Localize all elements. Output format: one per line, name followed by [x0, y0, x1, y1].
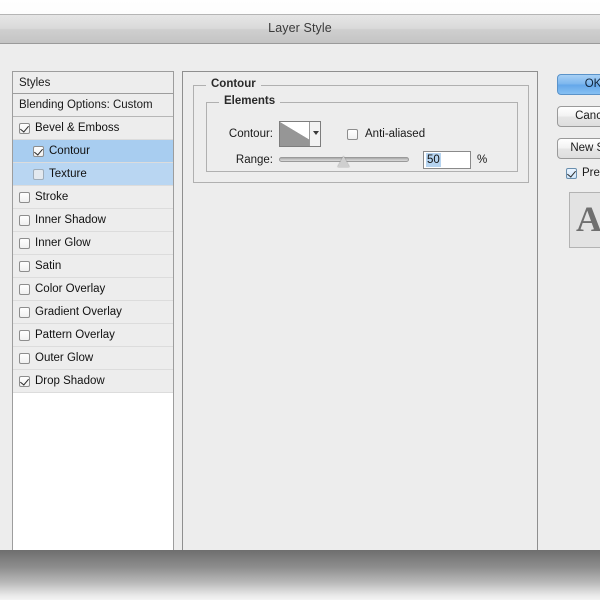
style-row-satin[interactable]: Satin: [13, 255, 173, 278]
style-label: Outer Glow: [35, 351, 94, 364]
range-slider-thumb[interactable]: [338, 156, 351, 167]
range-input-value: 50: [426, 153, 441, 167]
style-label: Contour: [49, 144, 90, 157]
style-label: Drop Shadow: [35, 374, 105, 387]
ok-button[interactable]: OK: [557, 74, 600, 95]
style-row-pattern-overlay[interactable]: Pattern Overlay: [13, 324, 173, 347]
range-field-row: Range: 50 %: [217, 151, 487, 169]
range-slider[interactable]: [279, 152, 409, 168]
dialog-body: Styles Blending Options: Custom Bevel & …: [0, 44, 600, 550]
style-label: Inner Glow: [35, 236, 91, 249]
checkbox-color-overlay[interactable]: [19, 283, 30, 295]
contour-curve-swatch[interactable]: [279, 121, 321, 147]
elements-group-title: Elements: [219, 95, 281, 107]
dialog-titlebar[interactable]: Layer Style: [0, 15, 600, 44]
checkbox-preview[interactable]: [566, 167, 577, 179]
wallpaper-bottom-gradient: [0, 550, 600, 600]
style-label: Texture: [49, 167, 87, 180]
checkbox-inner-shadow[interactable]: [19, 214, 30, 226]
contour-group-box: Contour Elements Contour: Anti-aliased R…: [193, 78, 529, 183]
preview-toggle-row[interactable]: Preview: [566, 167, 600, 179]
style-row-bevel-emboss[interactable]: Bevel & Emboss: [13, 117, 173, 140]
wallpaper-top-strip: [0, 0, 600, 14]
chevron-down-icon[interactable]: [309, 122, 320, 146]
style-row-inner-glow[interactable]: Inner Glow: [13, 232, 173, 255]
style-label: Color Overlay: [35, 282, 106, 295]
blending-options-row[interactable]: Blending Options: Custom: [13, 94, 173, 117]
style-label: Satin: [35, 259, 62, 272]
preview-glyph: A: [576, 199, 600, 239]
style-row-color-overlay[interactable]: Color Overlay: [13, 278, 173, 301]
preview-label: Preview: [582, 167, 600, 179]
checkbox-bevel-emboss[interactable]: [19, 122, 30, 134]
style-label: Stroke: [35, 190, 69, 203]
checkbox-drop-shadow[interactable]: [19, 375, 30, 387]
style-label: Inner Shadow: [35, 213, 106, 226]
checkbox-pattern-overlay[interactable]: [19, 329, 30, 341]
contour-group-title: Contour: [206, 78, 261, 90]
range-unit-label: %: [477, 154, 488, 166]
checkbox-gradient-overlay[interactable]: [19, 306, 30, 318]
new-style-button[interactable]: New Style...: [557, 138, 600, 159]
contour-settings-panel: Contour Elements Contour: Anti-aliased R…: [182, 71, 538, 550]
desktop-background: Layer Style Styles Blending Options: Cus…: [0, 0, 600, 600]
range-field-label: Range:: [235, 154, 273, 166]
checkbox-contour[interactable]: [33, 145, 44, 157]
checkbox-stroke[interactable]: [19, 191, 30, 203]
preview-thumbnail: A: [569, 192, 600, 248]
checkbox-satin[interactable]: [19, 260, 30, 272]
checkbox-inner-glow[interactable]: [19, 237, 30, 249]
layer-style-dialog: Layer Style Styles Blending Options: Cus…: [0, 14, 600, 550]
styles-list-header: Styles: [13, 72, 173, 94]
style-label: Pattern Overlay: [35, 328, 115, 341]
style-row-inner-shadow[interactable]: Inner Shadow: [13, 209, 173, 232]
style-label: Bevel & Emboss: [35, 121, 120, 134]
dialog-title: Layer Style: [268, 21, 332, 35]
style-row-contour[interactable]: Contour: [13, 140, 173, 163]
style-label: Gradient Overlay: [35, 305, 122, 318]
elements-group-box: Elements Contour: Anti-aliased Range: 50…: [206, 95, 518, 172]
contour-field-row: Contour: Anti-aliased: [217, 121, 425, 147]
style-row-drop-shadow[interactable]: Drop Shadow: [13, 370, 173, 393]
style-row-gradient-overlay[interactable]: Gradient Overlay: [13, 301, 173, 324]
anti-aliased-label: Anti-aliased: [365, 128, 426, 140]
styles-list-panel[interactable]: Styles Blending Options: Custom Bevel & …: [12, 71, 174, 550]
range-input[interactable]: 50: [423, 151, 471, 169]
contour-field-label: Contour:: [228, 128, 273, 140]
cancel-button[interactable]: Cancel: [557, 106, 600, 127]
checkbox-anti-aliased[interactable]: [347, 128, 358, 140]
style-row-outer-glow[interactable]: Outer Glow: [13, 347, 173, 370]
checkbox-outer-glow[interactable]: [19, 352, 30, 364]
style-row-texture[interactable]: Texture: [13, 163, 173, 186]
style-row-stroke[interactable]: Stroke: [13, 186, 173, 209]
checkbox-texture[interactable]: [33, 168, 44, 180]
